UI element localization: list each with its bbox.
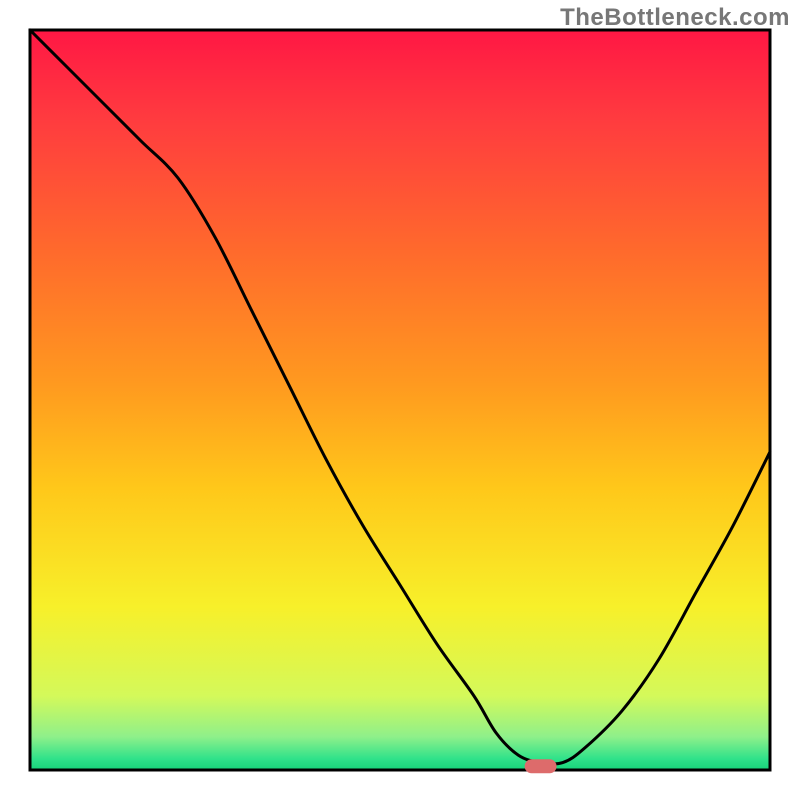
- chart-container: TheBottleneck.com: [0, 0, 800, 800]
- optimal-point-marker: [525, 759, 557, 773]
- bottleneck-chart: [0, 0, 800, 800]
- watermark-text: TheBottleneck.com: [560, 4, 790, 32]
